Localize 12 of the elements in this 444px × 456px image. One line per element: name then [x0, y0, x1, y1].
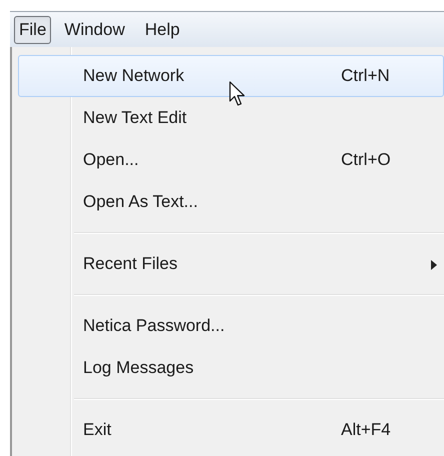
menu-item[interactable]: New Network Ctrl+N: [18, 55, 444, 97]
menu-item[interactable]: Recent Files: [18, 243, 444, 285]
menu-item[interactable]: Open As Text...: [18, 181, 444, 223]
menu-bar-item[interactable]: Window: [57, 16, 132, 44]
mouse-cursor-icon: [229, 81, 247, 108]
menu-item[interactable]: New Text Edit: [18, 97, 444, 139]
menu-bar-item[interactable]: Help: [138, 16, 187, 44]
menu-item[interactable]: Netica Password...: [18, 305, 444, 347]
menu-item[interactable]: Open... Ctrl+O: [18, 139, 444, 181]
menu-item[interactable]: Exit Alt+F4: [18, 409, 444, 451]
menu-item[interactable]: Log Messages: [18, 347, 444, 389]
menu-bar-item[interactable]: File: [14, 16, 52, 44]
